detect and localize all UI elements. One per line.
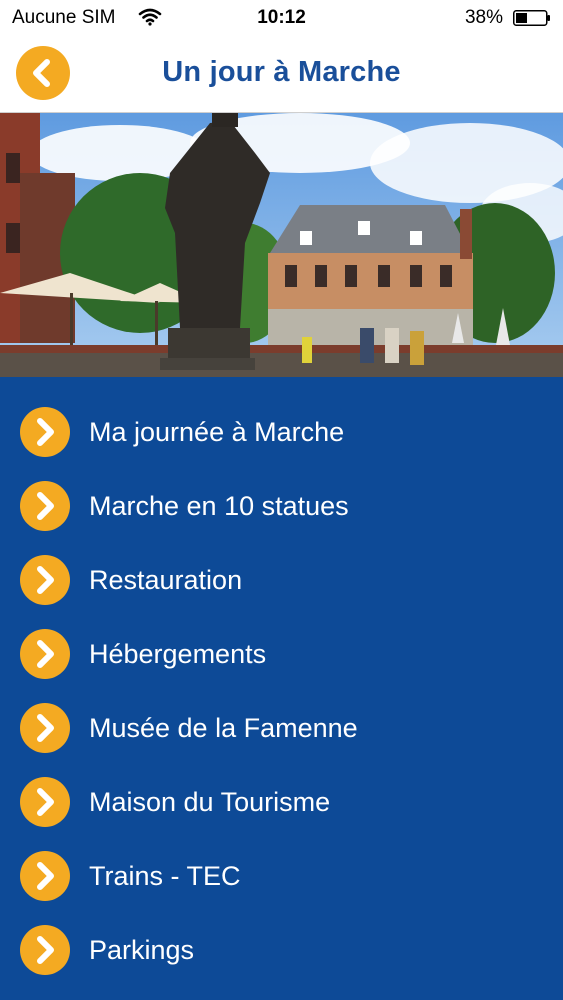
hero-image <box>0 113 563 377</box>
status-bar: Aucune SIM 10:12 38% <box>0 0 563 36</box>
menu-list: Ma journée à Marche Marche en 10 statues… <box>0 377 563 1000</box>
menu-item-musee[interactable]: Musée de la Famenne <box>0 691 563 765</box>
menu-item-maison-tourisme[interactable]: Maison du Tourisme <box>0 765 563 839</box>
menu-item-label: Marche en 10 statues <box>89 491 349 521</box>
menu-item-hebergements[interactable]: Hébergements <box>0 617 563 691</box>
menu-item-label: Maison du Tourisme <box>89 787 331 817</box>
battery-percent: 38% <box>464 7 503 28</box>
menu-item-label: Hébergements <box>89 639 267 669</box>
chevron-right-icon <box>20 407 70 457</box>
chevron-right-icon <box>20 925 70 975</box>
menu-item-label: Musée de la Famenne <box>89 713 358 743</box>
menu-item-label: Trains - TEC <box>89 861 241 891</box>
chevron-right-icon <box>20 629 70 679</box>
menu-item-ma-journee[interactable]: Ma journée à Marche <box>0 395 563 469</box>
chevron-right-icon <box>20 555 70 605</box>
menu-item-label: Ma journée à Marche <box>89 417 345 447</box>
battery-icon <box>513 10 551 26</box>
menu-item-label: Parkings <box>89 935 195 965</box>
page-title: Un jour à Marche <box>162 56 401 88</box>
chevron-right-icon <box>20 851 70 901</box>
chevron-right-icon <box>20 481 70 531</box>
chevron-right-icon <box>20 703 70 753</box>
menu-item-restauration[interactable]: Restauration <box>0 543 563 617</box>
menu-item-label: Restauration <box>89 565 243 595</box>
menu-item-trains-tec[interactable]: Trains - TEC <box>0 839 563 913</box>
screen: Aucune SIM 10:12 38% Un jour à Marche Ma… <box>0 0 563 1000</box>
chevron-right-icon <box>20 777 70 827</box>
navigation-bar: Un jour à Marche <box>0 36 563 113</box>
menu-item-parkings[interactable]: Parkings <box>0 913 563 987</box>
menu-item-statues[interactable]: Marche en 10 statues <box>0 469 563 543</box>
